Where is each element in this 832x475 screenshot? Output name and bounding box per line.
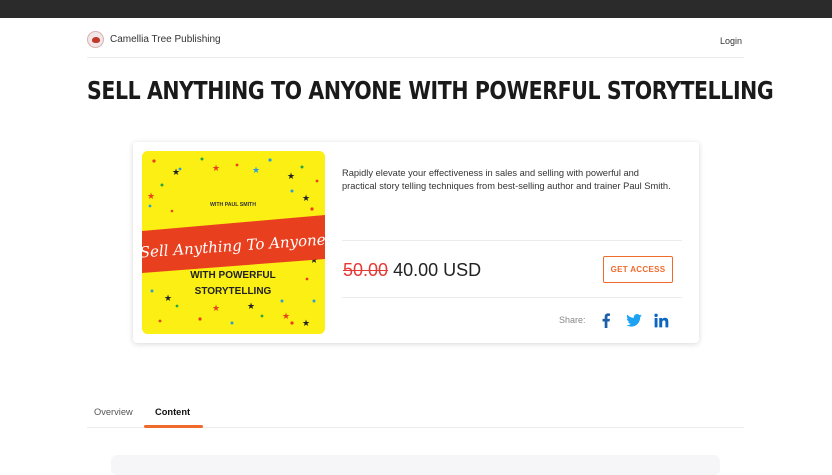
- facebook-icon[interactable]: [598, 312, 614, 328]
- site-header: Camellia Tree Publishing Login: [87, 18, 744, 58]
- tab-bar: Overview Content: [87, 402, 744, 428]
- twitter-icon[interactable]: [625, 312, 642, 328]
- divider: [342, 240, 682, 241]
- cover-byline: WITH PAUL SMITH: [210, 202, 256, 208]
- cover-art: ★ ★ ★★ ★ ★ ★★ ★★ ★★ WITH PAUL SMITH Sell A…: [142, 151, 325, 334]
- top-bar: [0, 0, 832, 18]
- divider: [342, 297, 682, 298]
- svg-text:★: ★: [212, 304, 220, 314]
- get-access-button[interactable]: GET ACCESS: [603, 256, 673, 283]
- brand[interactable]: Camellia Tree Publishing: [87, 31, 221, 48]
- svg-text:★: ★: [282, 312, 290, 322]
- old-price: 50.00: [343, 260, 389, 280]
- current-price: 40.00 USD: [393, 260, 482, 280]
- cover-subtitle-line1: WITH POWERFUL: [190, 270, 276, 281]
- product-description: Rapidly elevate your effectiveness in sa…: [342, 168, 671, 191]
- svg-text:★: ★: [247, 302, 255, 312]
- active-tab-indicator: [144, 425, 203, 428]
- linkedin-icon[interactable]: [654, 312, 670, 328]
- svg-text:★: ★: [147, 192, 155, 202]
- svg-text:★: ★: [172, 168, 180, 178]
- svg-text:★: ★: [302, 194, 310, 204]
- product-card: ★ ★ ★ ★ ★ ★ ★ ★ ★ ★ ★ ★ WITH PAUL SMITH Sell A…: [133, 142, 699, 343]
- tab-content[interactable]: Content: [155, 407, 190, 417]
- svg-text:★: ★: [252, 166, 260, 176]
- product-cover-image: ★ ★ ★ ★ ★ ★ ★ ★ ★ ★ ★ ★ WITH PAUL SMITH Sell A…: [142, 151, 325, 334]
- svg-text:★: ★: [302, 319, 310, 329]
- share-label: Share:: [559, 315, 586, 325]
- svg-text:★: ★: [212, 164, 220, 174]
- svg-text:★: ★: [287, 172, 295, 182]
- brand-name: Camellia Tree Publishing: [110, 34, 221, 45]
- svg-text:★: ★: [164, 294, 172, 304]
- login-link[interactable]: Login: [720, 36, 742, 46]
- share-row: Share:: [559, 312, 670, 328]
- tab-overview[interactable]: Overview: [94, 407, 133, 417]
- camellia-logo-icon: [87, 31, 104, 48]
- cover-subtitle-line2: STORYTELLING: [195, 286, 272, 297]
- price: 50.00 40.00 USD: [343, 260, 481, 281]
- page-title: SELL ANYTHING TO ANYONE WITH POWERFUL ST…: [87, 76, 774, 105]
- content-panel: [111, 455, 720, 475]
